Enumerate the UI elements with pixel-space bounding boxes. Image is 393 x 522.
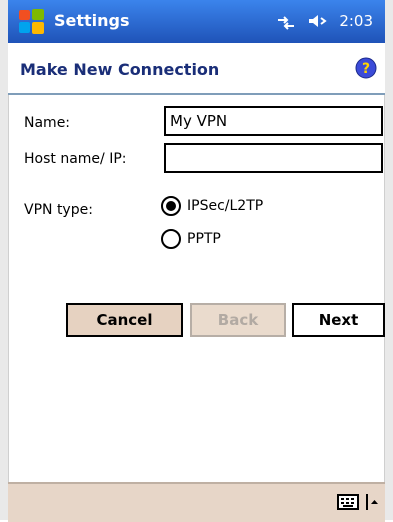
name-field[interactable] bbox=[164, 106, 383, 136]
clock[interactable]: 2:03 bbox=[339, 12, 373, 30]
up-arrow-icon[interactable] bbox=[366, 494, 378, 510]
svg-text:?: ? bbox=[362, 61, 370, 77]
cancel-button[interactable]: Cancel bbox=[66, 303, 183, 337]
page-header: Make New Connection ? bbox=[8, 43, 385, 95]
next-button[interactable]: Next bbox=[292, 303, 385, 337]
radio-ipsec-l2tp-circle[interactable] bbox=[161, 196, 181, 216]
status-area: 2:03 bbox=[275, 12, 373, 30]
connectivity-icon[interactable] bbox=[275, 12, 297, 30]
host-input[interactable] bbox=[166, 145, 381, 171]
windows-flag-icon[interactable] bbox=[18, 8, 46, 36]
page-title: Make New Connection bbox=[20, 60, 220, 79]
radio-pptp-circle[interactable] bbox=[161, 229, 181, 249]
vpn-type-label: VPN type: bbox=[24, 202, 93, 218]
keyboard-icon[interactable] bbox=[337, 494, 359, 510]
host-label: Host name/ IP: bbox=[24, 151, 127, 167]
app-title: Settings bbox=[54, 11, 130, 30]
radio-pptp[interactable]: PPTP bbox=[161, 229, 221, 249]
volume-icon[interactable] bbox=[307, 12, 329, 30]
host-field[interactable] bbox=[164, 143, 383, 173]
radio-ipsec-l2tp-label[interactable]: IPSec/L2TP bbox=[187, 198, 263, 214]
title-bar: Settings 2:03 bbox=[8, 0, 385, 43]
help-icon[interactable]: ? bbox=[355, 57, 377, 79]
bottom-toolbar bbox=[8, 482, 385, 522]
radio-pptp-label[interactable]: PPTP bbox=[187, 231, 221, 247]
name-label: Name: bbox=[24, 115, 71, 131]
name-input[interactable] bbox=[166, 108, 381, 134]
radio-selected-dot bbox=[166, 201, 176, 211]
radio-ipsec-l2tp[interactable]: IPSec/L2TP bbox=[161, 196, 263, 216]
device-frame-right bbox=[384, 0, 393, 520]
back-button[interactable]: Back bbox=[190, 303, 286, 337]
